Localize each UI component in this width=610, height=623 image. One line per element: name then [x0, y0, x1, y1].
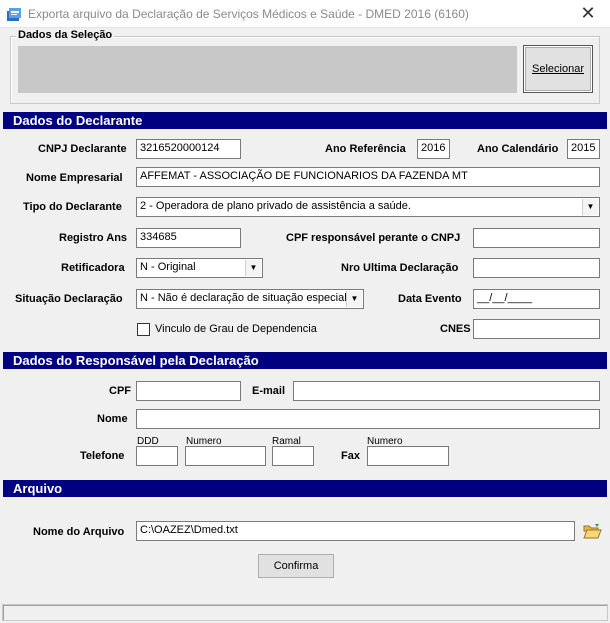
- ano-referencia-input[interactable]: 2016: [417, 139, 450, 159]
- retificadora-select[interactable]: N - Original ▼: [136, 258, 263, 278]
- tipo-declarante-label: Tipo do Declarante: [23, 201, 122, 213]
- title-bar: Exporta arquivo da Declaração de Serviço…: [0, 0, 610, 28]
- section-declarante: Dados do Declarante: [3, 112, 607, 129]
- window-title: Exporta arquivo da Declaração de Serviço…: [28, 7, 469, 21]
- nro-ultima-declaracao-input[interactable]: [473, 258, 600, 278]
- data-evento-input[interactable]: __/__/____: [473, 289, 600, 309]
- fax-label: Fax: [341, 450, 360, 462]
- chevron-down-icon: ▼: [346, 291, 362, 307]
- cpf-responsavel-cnpj-input[interactable]: [473, 228, 600, 248]
- nome-empresarial-label: Nome Empresarial: [26, 172, 123, 184]
- situacao-declaracao-value: N - Não é declaração de situação especia…: [140, 292, 347, 304]
- select-button[interactable]: Selecionar: [523, 45, 593, 93]
- section-arquivo: Arquivo: [3, 480, 607, 497]
- email-label: E-mail: [252, 385, 286, 397]
- cpf-responsavel-cnpj-label: CPF responsável perante o CNPJ: [286, 232, 461, 244]
- ramal-input[interactable]: [272, 446, 314, 466]
- ano-referencia-label: Ano Referência: [325, 143, 406, 155]
- close-button[interactable]: ✕: [566, 0, 610, 28]
- cpf-label: CPF: [109, 385, 131, 397]
- registro-ans-input[interactable]: 334685: [136, 228, 241, 248]
- nome-empresarial-input[interactable]: AFFEMAT - ASSOCIAÇÃO DE FUNCIONARIOS DA …: [136, 167, 600, 187]
- vinculo-checkbox[interactable]: [137, 323, 150, 336]
- tipo-declarante-select[interactable]: 2 - Operadora de plano privado de assist…: [136, 197, 600, 217]
- ano-calendario-label: Ano Calendário: [477, 143, 559, 155]
- cnes-label: CNES: [440, 323, 471, 335]
- email-input[interactable]: [293, 381, 600, 401]
- selection-group-title: Dados da Seleção: [16, 29, 115, 41]
- data-evento-label: Data Evento: [398, 293, 462, 305]
- nome-label: Nome: [97, 413, 128, 425]
- cnpj-input[interactable]: 3216520000124: [136, 139, 241, 159]
- ano-calendario-input[interactable]: 2015: [567, 139, 600, 159]
- close-icon: ✕: [580, 3, 596, 23]
- chevron-down-icon: ▼: [582, 199, 598, 215]
- nro-ultima-declaracao-label: Nro Ultima Declaração: [341, 262, 459, 274]
- telefone-label: Telefone: [80, 450, 125, 462]
- confirm-button-label: Confirma: [273, 560, 319, 572]
- vinculo-label: Vinculo de Grau de Dependencia: [155, 323, 317, 335]
- confirm-button[interactable]: Confirma: [258, 554, 334, 578]
- chevron-down-icon: ▼: [245, 260, 261, 276]
- section-responsavel: Dados do Responsável pela Declaração: [3, 352, 607, 369]
- retificadora-value: N - Original: [140, 261, 196, 273]
- folder-open-icon: [583, 524, 602, 539]
- registro-ans-label: Registro Ans: [59, 232, 128, 244]
- select-button-label: Selecionar: [532, 63, 584, 75]
- cnes-input[interactable]: [473, 319, 600, 339]
- cnpj-label: CNPJ Declarante: [38, 143, 127, 155]
- fax-input[interactable]: [367, 446, 449, 466]
- app-icon: [7, 8, 21, 21]
- tipo-declarante-value: 2 - Operadora de plano privado de assist…: [140, 200, 411, 212]
- ddd-input[interactable]: [136, 446, 178, 466]
- numero-input[interactable]: [185, 446, 266, 466]
- situacao-declaracao-select[interactable]: N - Não é declaração de situação especia…: [136, 289, 364, 309]
- nome-arquivo-label: Nome do Arquivo: [33, 526, 125, 538]
- cpf-input[interactable]: [136, 381, 241, 401]
- selection-display: [18, 46, 517, 93]
- nome-input[interactable]: [136, 409, 600, 429]
- nome-arquivo-input[interactable]: C:\OAZEZ\Dmed.txt: [136, 521, 575, 541]
- browse-file-button[interactable]: [582, 521, 602, 541]
- status-bar: [2, 604, 608, 621]
- situacao-declaracao-label: Situação Declaração: [15, 293, 123, 305]
- retificadora-label: Retificadora: [61, 262, 125, 274]
